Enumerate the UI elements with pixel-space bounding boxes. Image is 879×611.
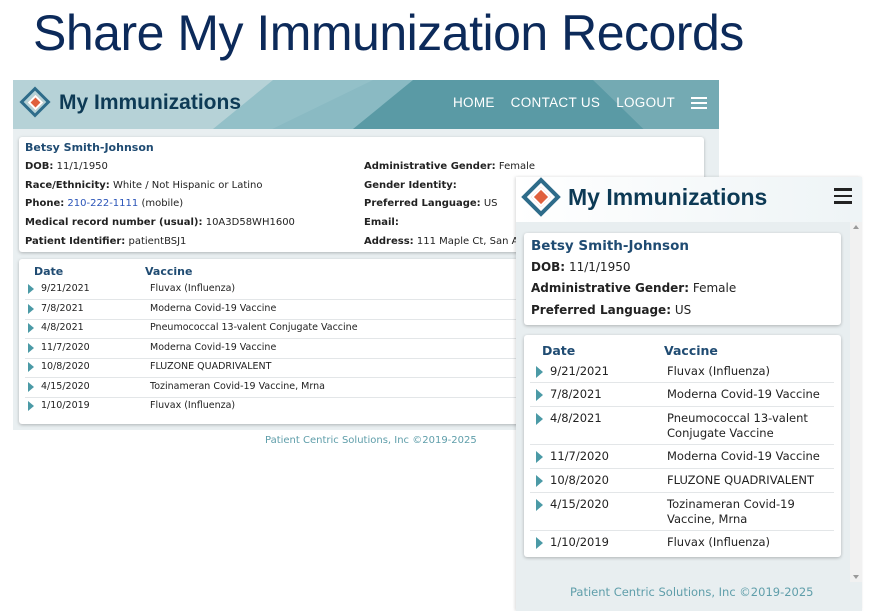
patient-name: Betsy Smith-Johnson: [25, 141, 154, 154]
dob-field: DOB: 11/1/1950: [25, 161, 108, 172]
app-header: My Immunizations HOME CONTACT US LOGOUT: [13, 80, 719, 129]
phone-link[interactable]: 210-222-1111: [67, 198, 138, 209]
scroll-down-icon[interactable]: [853, 575, 859, 579]
row-vaccine: Moderna Covid-19 Vaccine: [667, 449, 820, 463]
expand-row-icon[interactable]: [28, 362, 34, 372]
table-row[interactable]: 10/8/2020 FLUZONE QUADRIVALENT: [530, 469, 834, 493]
row-date: 10/8/2020: [41, 361, 90, 372]
row-vaccine: Fluvax (Influenza): [667, 535, 771, 549]
diamond-logo-icon: [19, 86, 51, 118]
row-vaccine: Moderna Covid-19 Vaccine: [667, 387, 820, 401]
gender-identity-field: Gender Identity:: [364, 180, 457, 191]
hamburger-menu-icon[interactable]: [691, 96, 707, 109]
app-logo[interactable]: My Immunizations: [19, 86, 242, 118]
table-row[interactable]: 1/10/2019 Fluvax (Influenza): [530, 531, 834, 554]
slide-title: Share My Immunization Records: [33, 5, 744, 61]
row-date: 1/10/2019: [41, 400, 90, 411]
mobile-app-logo[interactable]: My Immunizations: [521, 177, 768, 217]
row-date: 11/7/2020: [41, 342, 90, 353]
desktop-footer: Patient Centric Solutions, Inc ©2019-202…: [265, 435, 477, 446]
mrn-field: Medical record number (usual): 10A3D58WH…: [25, 217, 295, 228]
mobile-app-name: My Immunizations: [568, 183, 768, 210]
row-date: 7/8/2021: [41, 303, 84, 314]
row-date: 9/21/2021: [41, 283, 90, 294]
row-vaccine: Tozinameran Covid-19 Vaccine, Mrna: [667, 497, 795, 526]
patient-name: Betsy Smith-Johnson: [531, 238, 689, 254]
expand-row-icon[interactable]: [28, 323, 34, 333]
mobile-patient-card: Betsy Smith-Johnson DOB: 11/1/1950 Admin…: [524, 233, 841, 325]
nav-home-link[interactable]: HOME: [453, 95, 495, 110]
row-vaccine: Fluvax (Influenza): [667, 364, 771, 378]
gender-field: Administrative Gender: Female: [364, 161, 536, 172]
row-date: 4/15/2020: [550, 497, 609, 511]
table-row[interactable]: 7/8/2021 Moderna Covid-19 Vaccine: [530, 383, 834, 407]
patient-id-field: Patient Identifier: patientBSJ1: [25, 236, 187, 247]
diamond-logo-icon: [521, 177, 561, 217]
row-date: 4/8/2021: [41, 322, 84, 333]
expand-row-icon[interactable]: [536, 475, 543, 487]
row-vaccine: FLUZONE QUADRIVALENT: [667, 473, 814, 487]
row-date: 9/21/2021: [550, 364, 609, 378]
expand-row-icon[interactable]: [28, 343, 34, 353]
table-row[interactable]: 4/8/2021 Pneumococcal 13-valent Conjugat…: [530, 407, 834, 445]
expand-row-icon[interactable]: [536, 413, 543, 425]
mobile-footer: Patient Centric Solutions, Inc ©2019-202…: [570, 585, 814, 599]
row-vaccine: Pneumococcal 13-valent Conjugate Vaccine: [667, 411, 808, 440]
language-field: Preferred Language: US: [531, 303, 692, 317]
row-date: 7/8/2021: [550, 387, 602, 401]
scrollbar[interactable]: [850, 222, 862, 582]
expand-row-icon[interactable]: [536, 389, 543, 401]
dob-field: DOB: 11/1/1950: [531, 260, 631, 274]
vaccine-column-header: Vaccine: [664, 343, 718, 358]
email-field: Email:: [364, 217, 399, 228]
table-row[interactable]: 11/7/2020 Moderna Covid-19 Vaccine: [530, 445, 834, 469]
date-column-header: Date: [34, 265, 64, 278]
row-date: 4/15/2020: [41, 381, 90, 392]
row-vaccine: Moderna Covid-19 Vaccine: [150, 303, 277, 314]
language-field: Preferred Language: US: [364, 198, 498, 209]
row-vaccine: Pneumococcal 13-valent Conjugate Vaccine: [150, 322, 358, 333]
nav-contact-link[interactable]: CONTACT US: [511, 95, 601, 110]
app-name: My Immunizations: [59, 91, 242, 114]
expand-row-icon[interactable]: [28, 401, 34, 411]
expand-row-icon[interactable]: [536, 537, 543, 549]
row-vaccine: Fluvax (Influenza): [150, 400, 236, 411]
expand-row-icon[interactable]: [28, 382, 34, 392]
mobile-immunization-list: Date Vaccine 9/21/2021 Fluvax (Influenza…: [524, 335, 841, 557]
expand-row-icon[interactable]: [536, 451, 543, 463]
phone-field: Phone: 210-222-1111 (mobile): [25, 198, 184, 209]
table-row[interactable]: 4/15/2020 Tozinameran Covid-19 Vaccine, …: [530, 493, 834, 531]
row-vaccine: FLUZONE QUADRIVALENT: [150, 361, 272, 372]
gender-field: Administrative Gender: Female: [531, 281, 737, 295]
mobile-view: My Immunizations Betsy Smith-Johnson DOB…: [516, 177, 862, 611]
row-date: 10/8/2020: [550, 473, 609, 487]
vaccine-column-header: Vaccine: [145, 265, 193, 278]
expand-row-icon[interactable]: [536, 366, 543, 378]
table-row[interactable]: 9/21/2021 Fluvax (Influenza): [530, 360, 834, 383]
expand-row-icon[interactable]: [536, 499, 543, 511]
top-nav: HOME CONTACT US LOGOUT: [453, 95, 707, 110]
expand-row-icon[interactable]: [28, 284, 34, 294]
row-date: 4/8/2021: [550, 411, 602, 425]
row-date: 11/7/2020: [550, 449, 609, 463]
row-vaccine: Fluvax (Influenza): [150, 283, 236, 294]
row-vaccine: Tozinameran Covid-19 Vaccine, Mrna: [150, 381, 325, 392]
date-column-header: Date: [542, 343, 576, 358]
row-vaccine: Moderna Covid-19 Vaccine: [150, 342, 277, 353]
scroll-up-icon[interactable]: [853, 225, 859, 229]
address-field: Address: 111 Maple Ct, San Anto: [364, 236, 535, 247]
row-date: 1/10/2019: [550, 535, 609, 549]
expand-row-icon[interactable]: [28, 304, 34, 314]
nav-logout-link[interactable]: LOGOUT: [616, 95, 675, 110]
mobile-app-header: My Immunizations: [516, 177, 862, 222]
race-field: Race/Ethnicity: White / Not Hispanic or …: [25, 180, 263, 191]
hamburger-menu-icon[interactable]: [834, 188, 852, 204]
